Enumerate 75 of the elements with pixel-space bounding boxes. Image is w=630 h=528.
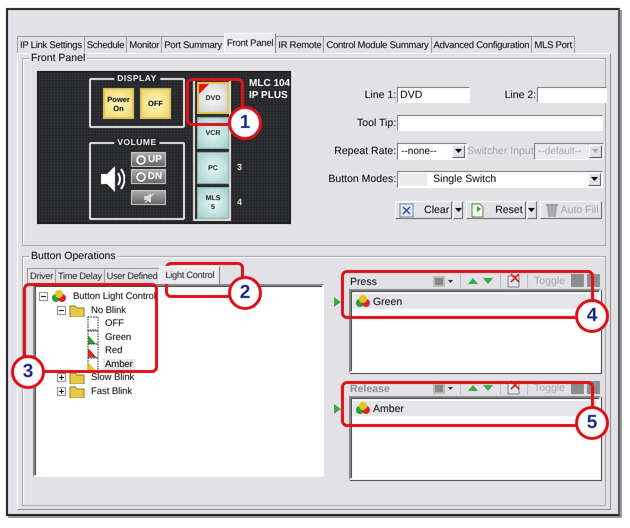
field-label: Switcher Input: [467,145,534,157]
tab[interactable]: Advanced Configuration [430,36,532,53]
play-marker-icon [334,297,341,307]
tab[interactable]: Driver [27,268,56,284]
tree-item[interactable]: Fast Blink [89,386,134,397]
model-label: IP PLUS [249,90,289,102]
ring-icon [134,172,147,182]
lights-icon [355,294,371,308]
document-icon [470,202,486,218]
clear-button[interactable]: Clear [395,201,452,219]
tab[interactable]: IP Link Settings [17,36,85,53]
lights-icon [51,290,67,304]
tab[interactable]: Time Delay [55,268,105,284]
tree-item[interactable]: No Blink [89,304,128,316]
group-label: VOLUME [114,137,160,147]
input-field[interactable] [537,87,608,103]
group-label: DISPLAY [114,73,160,83]
dropdown[interactable]: Single Switch [397,170,604,188]
folder-icon [69,384,85,398]
toggle-square-icon [571,274,584,287]
tree-item[interactable]: Red [103,345,124,356]
collapse-icon[interactable] [57,306,66,315]
dropdown-arrow-icon[interactable] [528,208,536,212]
play-marker-icon [334,404,341,414]
dropdown-arrow-icon [455,149,462,153]
expand-icon[interactable] [57,373,66,382]
folder-icon [69,371,85,384]
toggle-label: Toggle [534,382,565,394]
button-number: 3 [237,162,242,172]
trash-icon [544,202,559,218]
list-title: Press [349,276,377,288]
tree-item[interactable]: OFF [103,318,126,330]
ring-icon [135,154,148,164]
dropdown-arrow-icon[interactable] [454,208,462,212]
mute-icon [142,192,156,202]
input-field[interactable]: DVD [397,87,470,103]
tree-item[interactable]: Button Light Control [71,291,158,302]
toggle-label: Toggle [534,274,565,286]
tab[interactable]: Control Module Summary [323,36,432,53]
input-field[interactable] [397,115,604,131]
list-item[interactable]: Green [353,294,597,309]
reset-button[interactable]: Reset [466,201,526,219]
button-number: 4 [237,197,242,207]
field-label: Repeat Rate: [333,145,398,157]
tree-item[interactable]: Slow Blink [89,372,136,384]
field-label: Line 1: [364,89,398,101]
list-title: Release [349,383,390,395]
folder-icon [69,304,85,317]
group-title: Button Operations [29,250,118,262]
tab[interactable]: Light Control [159,266,220,284]
lights-icon [355,402,371,416]
x-icon [399,202,414,218]
move-up-icon [467,276,480,286]
light-icon [87,316,99,332]
template-dropdown-icon [432,274,454,288]
field-label: Tool Tip: [356,117,398,129]
move-down-icon [482,382,494,392]
expand-icon[interactable] [57,386,66,396]
mute-button[interactable] [131,190,166,205]
field-label: Button Modes: [327,173,398,185]
collapse-icon[interactable] [39,292,48,302]
field-label: Line 2: [504,89,538,101]
move-up-icon [467,382,480,392]
tree-item[interactable]: Green [103,332,134,343]
group-title: Front Panel [29,52,88,64]
tree-item[interactable]: Amber [103,358,135,370]
dropdown-arrow-icon [591,177,598,181]
move-down-icon [482,276,494,286]
dropdown[interactable]: --none-- [397,142,468,160]
model-label: MLC 104 [249,78,290,90]
speaker-icon [99,164,125,194]
tab[interactable]: MLS Port [531,36,575,53]
dropdown-arrow-icon [592,149,600,153]
tab[interactable]: Front Panel [224,33,276,53]
tab[interactable]: Port Summary [161,36,225,53]
